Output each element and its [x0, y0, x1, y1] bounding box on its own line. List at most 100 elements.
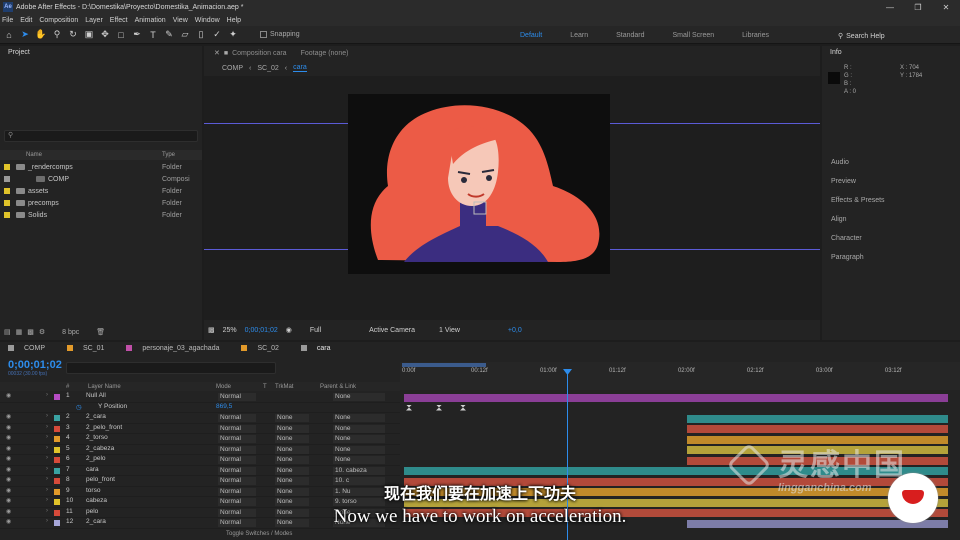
- lock-icon[interactable]: ■: [224, 50, 228, 57]
- label-color-swatch[interactable]: [4, 164, 10, 170]
- layer-parent-dropdown[interactable]: None: [333, 424, 385, 433]
- layer-label-color[interactable]: [54, 425, 60, 432]
- work-area-bar[interactable]: [402, 363, 486, 367]
- home-icon[interactable]: ⌂: [2, 28, 16, 42]
- expand-chevron-icon[interactable]: ›: [46, 424, 48, 430]
- layer-mode-dropdown[interactable]: Normal: [218, 424, 256, 433]
- close-icon[interactable]: ✕: [214, 49, 220, 57]
- timeline-tab[interactable]: COMP: [8, 345, 45, 352]
- timeline-tab[interactable]: SC_01: [67, 345, 104, 352]
- project-item[interactable]: COMP Composi: [0, 173, 202, 185]
- layer-label-color[interactable]: [54, 394, 60, 400]
- timeline-tab[interactable]: SC_02: [241, 345, 279, 352]
- project-item[interactable]: _rendercomps Folder: [0, 161, 202, 173]
- project-settings-icon[interactable]: ⚙: [39, 328, 45, 336]
- current-time-display[interactable]: 0;00;01;02: [8, 359, 62, 371]
- views-dropdown[interactable]: 1 View: [439, 327, 460, 334]
- col-mode[interactable]: Mode: [216, 384, 231, 390]
- layer-row[interactable]: ◉ › 6 2_pelo Normal None None: [0, 455, 400, 466]
- layer-label-color[interactable]: [54, 415, 60, 421]
- workspace-libraries[interactable]: Libraries: [742, 32, 769, 39]
- expand-chevron-icon[interactable]: ›: [46, 466, 48, 472]
- hand-tool-icon[interactable]: ✋: [34, 28, 48, 42]
- layer-label-color[interactable]: [54, 467, 60, 474]
- panel-preview[interactable]: Preview: [831, 178, 856, 185]
- project-search-input[interactable]: ⚲: [4, 130, 198, 142]
- stopwatch-icon[interactable]: ◷: [76, 403, 82, 411]
- camera-tool-icon[interactable]: ▣: [82, 28, 96, 42]
- visibility-eye-icon[interactable]: ◉: [6, 392, 11, 399]
- menu-view[interactable]: View: [173, 17, 188, 24]
- roto-brush-tool-icon[interactable]: ✓: [210, 28, 224, 42]
- layer-parent-dropdown[interactable]: None: [333, 445, 385, 454]
- label-color-swatch[interactable]: [4, 176, 10, 182]
- visibility-eye-icon[interactable]: ◉: [6, 445, 11, 452]
- puppet-tool-icon[interactable]: ✦: [226, 28, 240, 42]
- col-layer-name[interactable]: Layer Name: [88, 384, 121, 390]
- property-row[interactable]: ◷ Y Position 869,5: [0, 403, 400, 413]
- layer-duration-bar[interactable]: [687, 414, 948, 423]
- layer-duration-bar[interactable]: [404, 393, 948, 402]
- trash-icon[interactable]: 🗑: [96, 328, 105, 336]
- menu-file[interactable]: File: [2, 17, 13, 24]
- search-help[interactable]: ⚲ Search Help: [838, 30, 885, 42]
- workspace-default[interactable]: Default: [520, 32, 542, 39]
- layer-trkmat-dropdown[interactable]: None: [275, 424, 309, 433]
- new-comp-icon[interactable]: ▩: [27, 328, 34, 336]
- project-col-name[interactable]: Name: [26, 152, 42, 158]
- snapshot-icon[interactable]: ◉: [286, 326, 292, 334]
- toggle-switches-modes[interactable]: Toggle Switches / Modes: [226, 531, 292, 537]
- layer-parent-dropdown[interactable]: None: [333, 393, 385, 401]
- label-color-swatch[interactable]: [4, 200, 10, 206]
- exposure-value[interactable]: +0,0: [508, 327, 522, 334]
- label-color-swatch[interactable]: [4, 212, 10, 218]
- pan-behind-tool-icon[interactable]: ✥: [98, 28, 112, 42]
- workspace-standard[interactable]: Standard: [616, 32, 644, 39]
- menu-layer[interactable]: Layer: [85, 17, 103, 24]
- visibility-eye-icon[interactable]: ◉: [6, 413, 11, 420]
- layer-mode-dropdown[interactable]: Normal: [218, 456, 256, 464]
- layer-name[interactable]: 2_pelo: [86, 455, 106, 462]
- panel-paragraph[interactable]: Paragraph: [831, 254, 864, 261]
- layer-mode-dropdown[interactable]: Normal: [218, 393, 256, 401]
- menu-animation[interactable]: Animation: [135, 17, 166, 24]
- layer-row[interactable]: ◉ › 1 Null All Normal None: [0, 392, 400, 403]
- workspace-small-screen[interactable]: Small Screen: [673, 32, 715, 39]
- project-col-type[interactable]: Type: [162, 152, 175, 158]
- layer-label-color[interactable]: [54, 446, 60, 453]
- menu-effect[interactable]: Effect: [110, 17, 128, 24]
- clone-stamp-tool-icon[interactable]: ▱: [178, 28, 192, 42]
- col-t[interactable]: T: [263, 384, 267, 390]
- timeline-search-input[interactable]: [66, 362, 276, 374]
- layer-duration-bar[interactable]: [687, 425, 948, 433]
- project-item[interactable]: assets Folder: [0, 185, 202, 197]
- layer-name[interactable]: cara: [86, 466, 99, 473]
- layer-name[interactable]: 2_torso: [86, 434, 108, 441]
- zoom-tool-icon[interactable]: ⚲: [50, 28, 64, 42]
- layer-row[interactable]: ◉ › 4 2_torso Normal None None: [0, 434, 400, 445]
- always-preview-icon[interactable]: ▩: [208, 326, 215, 334]
- breadcrumb-sc02[interactable]: SC_02: [257, 65, 278, 72]
- breadcrumb-cara[interactable]: cara: [293, 64, 307, 72]
- property-value[interactable]: 869,5: [216, 403, 232, 410]
- snapping-checkbox[interactable]: [260, 31, 267, 38]
- layer-row[interactable]: ◉ › 3 2_pelo_front Normal None None: [0, 424, 400, 434]
- rotate-tool-icon[interactable]: ↻: [66, 28, 80, 42]
- layer-parent-dropdown[interactable]: None: [333, 435, 385, 443]
- layer-trkmat-dropdown[interactable]: None: [275, 445, 309, 454]
- visibility-eye-icon[interactable]: ◉: [6, 455, 11, 462]
- col-num[interactable]: #: [66, 384, 69, 390]
- layer-parent-dropdown[interactable]: None: [333, 456, 385, 464]
- comp-canvas[interactable]: [348, 94, 610, 274]
- expand-chevron-icon[interactable]: ›: [46, 413, 48, 419]
- new-folder-icon[interactable]: ▦: [16, 328, 23, 336]
- layer-trkmat-dropdown[interactable]: None: [275, 456, 309, 464]
- layer-name[interactable]: 2_pelo_front: [86, 424, 122, 431]
- visibility-eye-icon[interactable]: ◉: [6, 466, 11, 473]
- col-parent[interactable]: Parent & Link: [320, 384, 356, 390]
- layer-mode-dropdown[interactable]: Normal: [218, 435, 256, 443]
- viewer-timecode[interactable]: 0;00;01;02: [245, 327, 278, 334]
- panel-align[interactable]: Align: [831, 216, 847, 223]
- layer-label-color[interactable]: [54, 457, 60, 463]
- layer-mode-dropdown[interactable]: Normal: [218, 466, 256, 475]
